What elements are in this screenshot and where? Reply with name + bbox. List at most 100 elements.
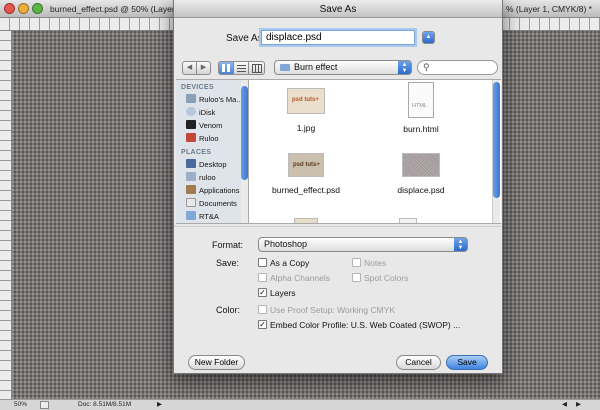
status-bar: 50% Doc: 8.51M/8.51M ▶ ◀ ▶ bbox=[0, 399, 600, 410]
sidebar: DEVICES Ruloo's Ma... iDisk Venom⏏ Ruloo… bbox=[176, 80, 249, 223]
forward-button[interactable]: ▶ bbox=[196, 61, 211, 75]
documents-icon bbox=[186, 198, 196, 207]
drive-icon bbox=[186, 133, 196, 142]
scroll-left-icon[interactable]: ◀ bbox=[562, 400, 567, 410]
zoom-window-icon[interactable] bbox=[32, 3, 43, 14]
file-item[interactable]: displace.psd bbox=[376, 153, 466, 195]
dialog-titlebar: Save As bbox=[174, 0, 502, 18]
as-copy-label: As a Copy bbox=[270, 258, 310, 268]
proof-setup-checkbox[interactable] bbox=[258, 305, 267, 314]
file-name: burn.html bbox=[403, 124, 439, 134]
popup-arrows-icon: ▲ ▼ bbox=[454, 238, 467, 251]
new-folder-button[interactable]: New Folder bbox=[188, 355, 245, 370]
sidebar-item-label: iDisk bbox=[199, 108, 216, 117]
vertical-ruler bbox=[0, 31, 12, 399]
sidebar-item-rta[interactable]: RT&A bbox=[186, 211, 248, 223]
status-menu-icon[interactable] bbox=[40, 401, 49, 409]
list-view-icon bbox=[237, 65, 246, 72]
files-scrollbar[interactable] bbox=[492, 80, 500, 223]
search-icon: ⚲ bbox=[423, 62, 430, 72]
sidebar-item-idisk[interactable]: iDisk bbox=[186, 107, 248, 119]
file-badge: HTML bbox=[412, 103, 427, 109]
idisk-icon bbox=[186, 107, 196, 116]
embed-profile-checkbox[interactable]: ✓ bbox=[258, 320, 267, 329]
sidebar-item-label: Applications bbox=[199, 186, 240, 195]
format-popup[interactable]: Photoshop ▲ ▼ bbox=[258, 237, 468, 252]
notes-label: Notes bbox=[364, 258, 387, 268]
spot-colors-checkbox[interactable] bbox=[352, 273, 361, 282]
alpha-channels-label: Alpha Channels bbox=[270, 273, 331, 283]
sidebar-item-venom[interactable]: Venom⏏ bbox=[186, 120, 248, 132]
sidebar-item-label: Venom bbox=[199, 121, 223, 130]
sidebar-item-documents[interactable]: Documents bbox=[186, 198, 248, 210]
list-view-button[interactable] bbox=[233, 61, 249, 75]
drive-icon bbox=[186, 120, 196, 129]
sidebar-item-label: Documents bbox=[199, 199, 237, 208]
format-label: Format: bbox=[212, 240, 244, 250]
sidebar-item-label: Ruloo's Ma... bbox=[199, 95, 243, 104]
thumbnail-text: psd tuts+ bbox=[292, 97, 319, 103]
dialog-title: Save As bbox=[319, 4, 357, 15]
alpha-channels-checkbox[interactable] bbox=[258, 273, 267, 282]
sidebar-item-home[interactable]: ruloo bbox=[186, 172, 248, 184]
folder-icon bbox=[186, 211, 196, 220]
file-item[interactable]: HTML burn.html bbox=[376, 82, 466, 134]
as-copy-checkbox[interactable] bbox=[258, 258, 267, 267]
status-arrow-icon[interactable]: ▶ bbox=[157, 400, 162, 410]
doc-size: Doc: 8.51M/8.51M bbox=[78, 401, 132, 408]
devices-header: DEVICES bbox=[181, 84, 214, 91]
file-item[interactable]: psd tuts+ 1.jpg bbox=[261, 88, 351, 133]
expand-dialog-button[interactable]: ▲ bbox=[422, 31, 435, 44]
file-name: 1.jpg bbox=[296, 123, 316, 133]
sidebar-scrollbar[interactable] bbox=[241, 80, 248, 223]
checkmark-icon: ✓ bbox=[259, 288, 266, 297]
back-button[interactable]: ◀ bbox=[182, 61, 197, 75]
sidebar-item-desktop[interactable]: Desktop bbox=[186, 159, 248, 171]
save-as-dialog: Save As Save As: ▲ ◀ ▶ Burn effect ▲▼ ⚲ … bbox=[173, 0, 503, 374]
applications-icon bbox=[186, 185, 196, 194]
spot-colors-label: Spot Colors bbox=[364, 273, 409, 283]
proof-setup-label: Use Proof Setup: Working CMYK bbox=[270, 305, 396, 315]
file-thumbnail: psd tuts+ bbox=[288, 153, 324, 177]
files-scroll-thumb[interactable] bbox=[493, 82, 500, 198]
cancel-button[interactable]: Cancel bbox=[396, 355, 441, 370]
disclosure-up-icon: ▲ bbox=[423, 32, 434, 43]
partial-file-thumbnail bbox=[294, 218, 318, 223]
location-popup[interactable]: Burn effect ▲ ▼ bbox=[274, 60, 412, 75]
column-view-icon bbox=[252, 64, 262, 73]
layers-checkbox[interactable]: ✓ bbox=[258, 288, 267, 297]
checkmark-icon: ✓ bbox=[259, 320, 266, 329]
save-button[interactable]: Save bbox=[446, 355, 488, 370]
layers-label: Layers bbox=[270, 288, 296, 298]
filename-input[interactable] bbox=[261, 30, 415, 45]
color-label: Color: bbox=[216, 305, 241, 315]
partial-file-thumbnail bbox=[399, 218, 417, 223]
sidebar-item-label: Ruloo bbox=[199, 134, 219, 143]
file-thumbnail: psd tuts+ bbox=[287, 88, 325, 114]
sidebar-scroll-thumb[interactable] bbox=[241, 86, 248, 180]
notes-checkbox[interactable] bbox=[352, 258, 361, 267]
save-as-label: Save As: bbox=[226, 33, 266, 44]
icon-view-button[interactable] bbox=[218, 61, 234, 75]
file-item[interactable]: psd tuts+ burned_effect.psd bbox=[261, 153, 351, 195]
close-window-icon[interactable] bbox=[4, 3, 15, 14]
zoom-level[interactable]: 50% bbox=[14, 400, 27, 410]
desktop-icon bbox=[186, 159, 196, 168]
html-file-icon: HTML bbox=[408, 82, 434, 118]
sidebar-item-label: Desktop bbox=[199, 160, 227, 169]
sidebar-item-label: RT&A bbox=[199, 212, 219, 221]
file-name: displace.psd bbox=[397, 185, 445, 195]
popup-arrows-icon: ▲ ▼ bbox=[398, 61, 411, 74]
scroll-right-icon[interactable]: ▶ bbox=[576, 400, 581, 410]
column-view-button[interactable] bbox=[248, 61, 265, 75]
sidebar-item-ruloo-drive[interactable]: Ruloo bbox=[186, 133, 248, 145]
options-panel: Format: Photoshop ▲ ▼ Save: As a Copy Not… bbox=[174, 226, 502, 344]
sidebar-item-computer[interactable]: Ruloo's Ma... bbox=[186, 94, 248, 106]
file-name: burned_effect.psd bbox=[272, 185, 340, 195]
folder-icon bbox=[280, 64, 290, 71]
search-input[interactable]: ⚲ bbox=[417, 60, 498, 75]
computer-icon bbox=[186, 94, 196, 103]
minimize-window-icon[interactable] bbox=[18, 3, 29, 14]
places-header: PLACES bbox=[181, 149, 212, 156]
sidebar-item-applications[interactable]: Applications bbox=[186, 185, 248, 197]
